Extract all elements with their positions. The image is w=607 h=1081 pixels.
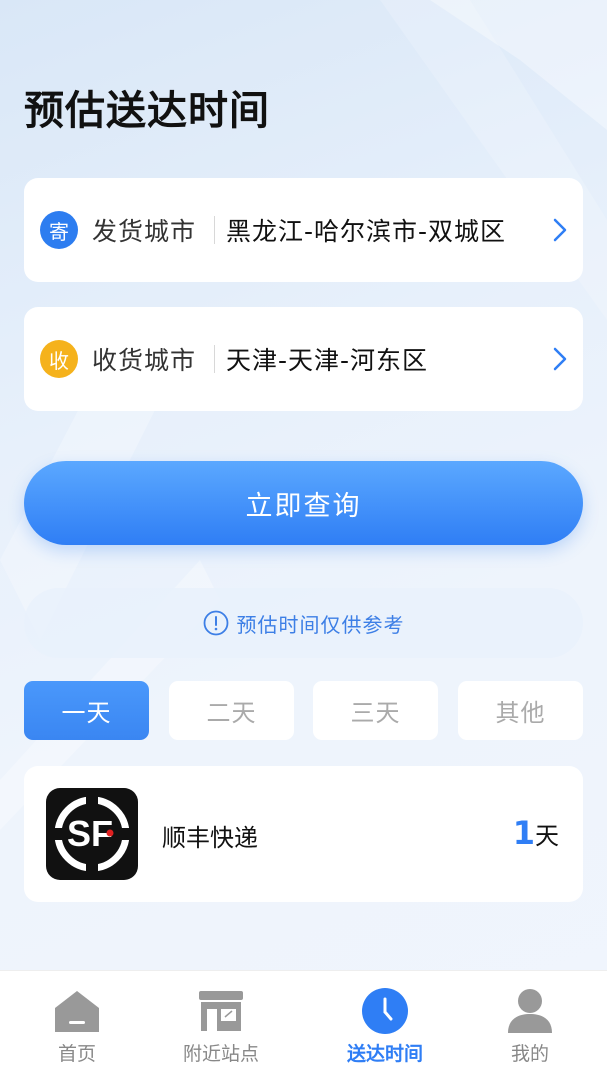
tabbar-label: 送达时间 [346,1043,423,1065]
tabbar-label: 我的 [510,1043,549,1065]
tab-other[interactable]: 其他 [458,681,583,740]
info-circle-icon [203,610,228,636]
receiver-badge: 收 [40,340,78,378]
query-button[interactable]: 立即查询 [24,461,583,545]
tabbar-item-home[interactable]: 首页 [22,985,132,1066]
sender-badge: 寄 [40,211,78,249]
clock-icon [362,988,408,1034]
tab-two-days[interactable]: 二天 [169,681,294,740]
receiver-city-value: 天津-天津-河东区 [226,346,429,375]
delivery-days-value: 1 [512,814,535,852]
notice-text: 预估时间仅供参考 [236,612,405,637]
bottom-tab-bar: 首页 附近站点 送达时间 我的 [0,970,607,1081]
sender-city-label: 发货城市 [92,217,197,246]
sf-express-logo: SF [46,788,138,880]
delivery-days-unit: 天 [535,822,559,850]
sender-city-value: 黑龙江-哈尔滨市-双城区 [226,217,507,246]
tab-one-day[interactable]: 一天 [24,681,149,740]
tabbar-label: 附近站点 [182,1043,259,1065]
receiver-city-label: 收货城市 [92,346,197,375]
divider [214,216,215,244]
courier-result-item[interactable]: SF 顺丰快递 1天 [24,766,583,902]
tabbar-label: 首页 [57,1043,96,1065]
home-icon [55,991,99,1032]
page-title: 预估送达时间 [24,88,270,134]
divider [214,345,215,373]
sender-city-selector[interactable]: 寄 发货城市 黑龙江-哈尔滨市-双城区 [24,178,583,282]
delivery-days: 1天 [513,814,559,852]
receiver-city-selector[interactable]: 收 收货城市 天津-天津-河东区 [24,307,583,411]
sf-logo-text: SF [67,813,113,854]
store-icon [199,991,243,1031]
tabbar-item-nearby-stations[interactable]: 附近站点 [166,985,276,1066]
estimate-notice: 预估时间仅供参考 [24,588,583,658]
courier-name: 顺丰快递 [162,824,258,852]
chevron-right-icon [553,218,567,242]
tabbar-item-delivery-time[interactable]: 送达时间 [330,985,440,1066]
user-icon [508,989,552,1033]
tab-three-days[interactable]: 三天 [313,681,438,740]
chevron-right-icon [553,347,567,371]
tabbar-item-profile[interactable]: 我的 [475,985,585,1066]
